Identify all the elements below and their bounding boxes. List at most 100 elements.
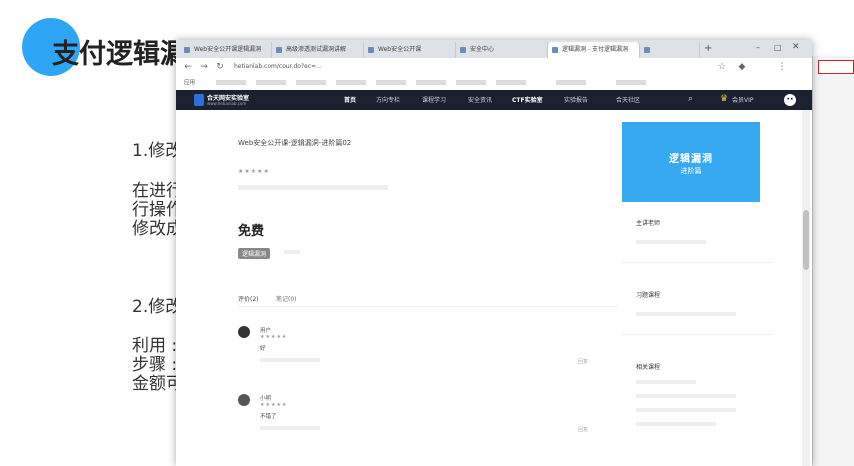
divider [238, 306, 618, 307]
course-title: Web安全公开课-逻辑漏洞-进阶篇02 [238, 139, 352, 147]
bookmark-item[interactable] [256, 80, 286, 85]
review-text: 不错了 [260, 414, 277, 420]
related-course-link[interactable] [636, 394, 736, 398]
url-input[interactable]: hetianlab.com/cour.do?ec=... [234, 61, 574, 73]
review-text: 好 [260, 346, 266, 352]
nav-news[interactable]: 安全资讯 [468, 95, 492, 104]
browser-tab[interactable] [640, 42, 700, 58]
related-course-link[interactable] [636, 422, 716, 426]
site-logo-icon[interactable] [194, 94, 204, 106]
reply-link[interactable]: 回复 [578, 426, 588, 433]
tab-notes[interactable]: 笔记(0) [276, 294, 297, 303]
course-banner[interactable]: 逻辑漏洞 进阶篇 [622, 122, 760, 202]
banner-title: 逻辑漏洞 [669, 154, 713, 165]
bookmark-item[interactable] [496, 80, 526, 85]
bookmark-item[interactable] [296, 80, 326, 85]
new-tab-icon[interactable]: + [704, 43, 712, 54]
search-icon[interactable]: ⌕ [688, 94, 693, 104]
path-info [636, 312, 736, 316]
related-course-link[interactable] [636, 380, 696, 384]
course-page: Web安全公开课-逻辑漏洞-进阶篇02 ★★★★★ 免费 逻辑漏洞 评价(2) … [176, 110, 812, 466]
browser-tab[interactable]: 高级渗透测试漏洞讲解 [272, 42, 364, 58]
related-heading: 相关课程 [636, 364, 661, 371]
tab-favicon-icon [276, 47, 282, 53]
review-stars: ★★★★★ [260, 334, 288, 340]
tab-label: Web安全公开课 [378, 46, 422, 53]
close-icon[interactable]: ✕ [792, 42, 800, 52]
divider [622, 334, 772, 335]
background-input[interactable] [818, 60, 854, 74]
slide-line: 1.修改 [132, 141, 183, 161]
review-item: 小明 ★★★★★ 不错了 回复 [238, 394, 598, 454]
site-header: 合天网安实验室 www.hetianlab.com 首页 方向专栏 课程学习 安… [176, 90, 812, 110]
forward-icon[interactable]: → [198, 61, 210, 73]
reviewer-name: 小明 [260, 396, 272, 402]
review-meta [260, 426, 320, 430]
nav-courses[interactable]: 课程学习 [422, 95, 446, 104]
bookmark-item[interactable] [456, 80, 486, 85]
bookmarks-bar: 应用 [176, 76, 812, 91]
crown-icon: ♛ [720, 94, 729, 104]
related-course-link[interactable] [636, 408, 736, 412]
tab-label: 安全中心 [470, 46, 495, 53]
path-heading: 习题课程 [636, 292, 661, 299]
course-description [238, 185, 388, 190]
tab-label: 高级渗透测试漏洞讲解 [286, 46, 347, 53]
course-meta [284, 250, 300, 254]
maximize-icon[interactable]: □ [774, 43, 782, 52]
reply-link[interactable]: 回复 [578, 358, 588, 365]
tab-favicon-icon [644, 47, 650, 53]
reviewer-avatar [238, 394, 250, 406]
back-icon[interactable]: ← [182, 61, 194, 73]
bookmark-item[interactable] [556, 80, 586, 85]
nav-reports[interactable]: 实验报告 [564, 95, 588, 104]
background-window-edge [812, 56, 854, 466]
extension-icon[interactable]: ◆ [736, 61, 748, 73]
avatar[interactable]: •• [784, 94, 796, 106]
nav-home[interactable]: 首页 [344, 95, 356, 104]
nav-ctf[interactable]: CTF实验室 [512, 95, 543, 104]
instructor-heading: 主讲老师 [636, 220, 661, 227]
nav-columns[interactable]: 方向专栏 [376, 95, 400, 104]
divider [622, 262, 772, 263]
banner-subtitle: 进阶篇 [680, 167, 702, 175]
reload-icon[interactable]: ↻ [214, 61, 226, 73]
nav-community[interactable]: 合天社区 [616, 95, 640, 104]
minimize-icon[interactable]: – [756, 43, 760, 52]
tab-favicon-icon [552, 47, 558, 53]
slide-line: 2.修改 [132, 297, 183, 317]
bookmark-item[interactable] [336, 80, 366, 85]
review-meta [260, 358, 320, 362]
browser-tab[interactable]: 安全中心 [456, 42, 548, 58]
tab-label: Web安全公开课逻辑漏洞 [194, 46, 262, 53]
slide-title: 支付逻辑漏 [52, 39, 187, 70]
tab-label: 逻辑漏洞 - 支付逻辑漏洞 [562, 46, 628, 53]
address-bar: ← → ↻ hetianlab.com/cour.do?ec=... ☆ ◆ ⋮ [176, 58, 812, 77]
tab-reviews[interactable]: 评价(2) [238, 294, 259, 303]
review-stars: ★★★★★ [260, 402, 288, 408]
page-scrollbar[interactable] [802, 110, 810, 466]
tab-favicon-icon [460, 47, 466, 53]
browser-window: Web安全公开课逻辑漏洞 高级渗透测试漏洞讲解 Web安全公开课 安全中心 逻辑… [176, 40, 812, 466]
menu-icon[interactable]: ⋮ [776, 61, 788, 73]
browser-tab[interactable]: Web安全公开课逻辑漏洞 [180, 42, 272, 58]
scrollbar-thumb[interactable] [803, 210, 809, 270]
course-tag[interactable]: 逻辑漏洞 [238, 248, 271, 259]
tab-favicon-icon [368, 47, 374, 53]
bookmark-item[interactable] [376, 80, 406, 85]
tab-bar: Web安全公开课逻辑漏洞 高级渗透测试漏洞讲解 Web安全公开课 安全中心 逻辑… [176, 40, 812, 58]
reviewer-name: 用户 [260, 328, 272, 334]
star-icon[interactable]: ☆ [716, 61, 728, 73]
browser-tab[interactable]: Web安全公开课 [364, 42, 456, 58]
instructor-info [636, 240, 706, 244]
bookmark-item[interactable] [616, 80, 646, 85]
bookmark-item[interactable] [416, 80, 446, 85]
course-price: 免费 [238, 224, 265, 239]
bookmark-item[interactable] [216, 80, 246, 85]
site-logo-sub: www.hetianlab.com [207, 101, 247, 106]
reviewer-avatar [238, 326, 250, 338]
vip-link[interactable]: 会员VIP [732, 95, 754, 104]
tab-favicon-icon [184, 47, 190, 53]
bookmark-apps[interactable]: 应用 [184, 78, 195, 88]
browser-tab-active[interactable]: 逻辑漏洞 - 支付逻辑漏洞 [548, 42, 640, 58]
